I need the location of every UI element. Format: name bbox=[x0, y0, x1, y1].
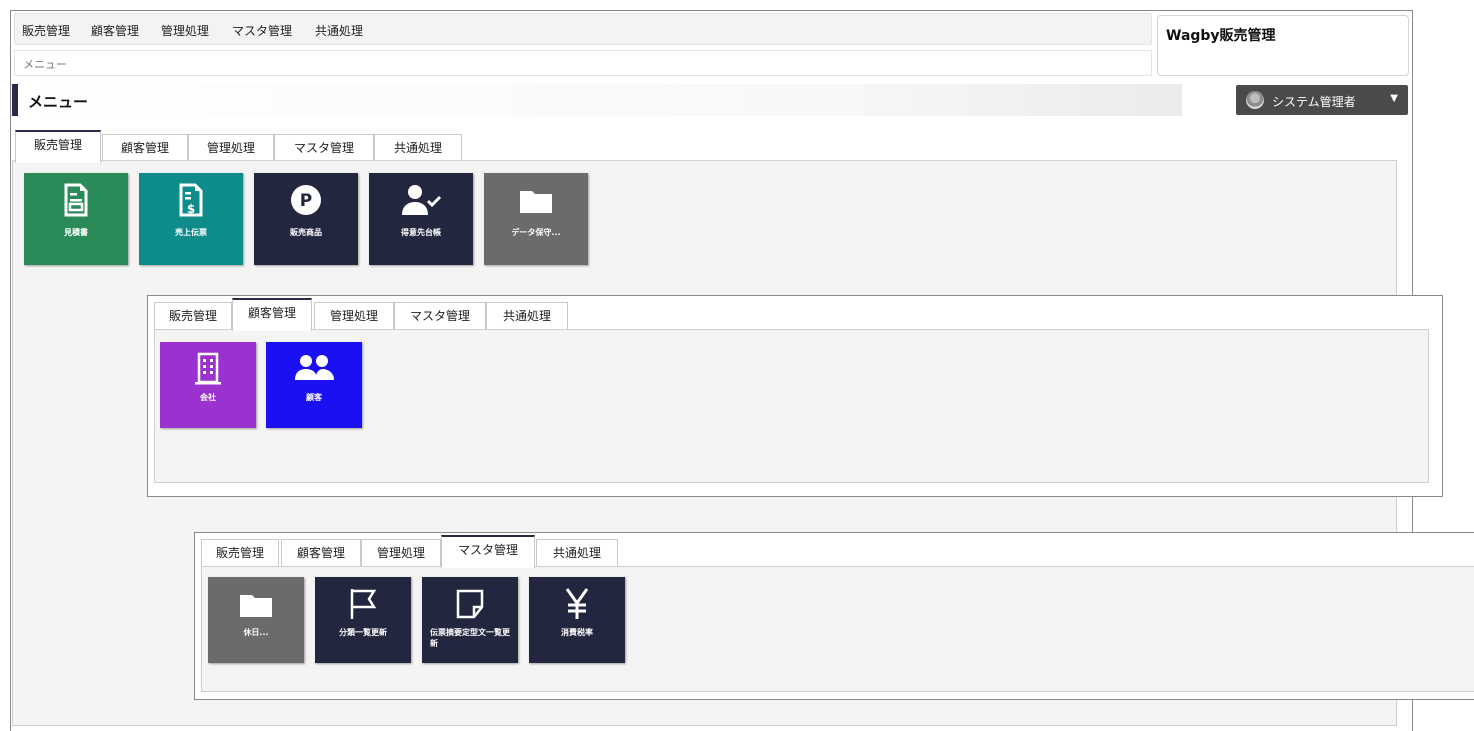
topnav-item-customers[interactable]: 顧客管理 bbox=[91, 22, 139, 39]
topnav-item-master[interactable]: マスタ管理 bbox=[232, 22, 292, 39]
tile-products[interactable]: P 販売商品 bbox=[254, 173, 358, 265]
avatar-icon bbox=[1246, 91, 1264, 109]
svg-text:$: $ bbox=[187, 202, 195, 216]
svg-text:P: P bbox=[300, 191, 312, 211]
tab-customers[interactable]: 顧客管理 bbox=[281, 539, 361, 566]
building-icon bbox=[160, 352, 256, 390]
tile-label: 得意先台帳 bbox=[401, 228, 441, 237]
tile-label: データ保守... bbox=[511, 228, 561, 237]
app-title: Wagby販売管理 bbox=[1166, 28, 1276, 44]
folder-icon bbox=[484, 183, 588, 221]
menu-panel-master: 販売管理 顧客管理 管理処理 マスタ管理 共通処理 休日... 分類一覧更新 伝… bbox=[194, 532, 1474, 700]
user-menu-button[interactable]: システム管理者 ▼ bbox=[1236, 85, 1408, 115]
tab-customers[interactable]: 顧客管理 bbox=[232, 298, 312, 331]
tile-label: 会社 bbox=[200, 393, 216, 402]
caret-down-icon: ▼ bbox=[1390, 93, 1398, 104]
tile-customer[interactable]: 顧客 bbox=[266, 342, 362, 428]
app-title-box: Wagby販売管理 bbox=[1157, 15, 1409, 76]
tab-common[interactable]: 共通処理 bbox=[486, 302, 568, 329]
tab-sales[interactable]: 販売管理 bbox=[15, 130, 101, 163]
tile-customer-ledger[interactable]: 得意先台帳 bbox=[369, 173, 473, 265]
tile-estimate[interactable]: 見積書 bbox=[24, 173, 128, 265]
document-icon bbox=[24, 183, 128, 221]
folder-icon bbox=[208, 587, 304, 625]
tab-common[interactable]: 共通処理 bbox=[374, 134, 462, 161]
tile-company[interactable]: 会社 bbox=[160, 342, 256, 428]
tile-label: 消費税率 bbox=[561, 628, 593, 637]
tab-master[interactable]: マスタ管理 bbox=[394, 302, 486, 329]
tile-label: 休日... bbox=[243, 628, 269, 637]
tile-tax-rate[interactable]: 消費税率 bbox=[529, 577, 625, 663]
tile-sales-slip[interactable]: $ 売上伝票 bbox=[139, 173, 243, 265]
breadcrumb: メニュー bbox=[14, 50, 1152, 76]
menu-panel-customers: 販売管理 顧客管理 管理処理 マスタ管理 共通処理 会社 顧客 bbox=[147, 295, 1443, 497]
page-title-bar: メニュー bbox=[12, 84, 1182, 116]
yen-icon bbox=[529, 587, 625, 625]
tile-label: 顧客 bbox=[306, 393, 322, 402]
tab-sales[interactable]: 販売管理 bbox=[154, 302, 232, 329]
tab-master[interactable]: マスタ管理 bbox=[441, 535, 535, 568]
tile-label: 分類一覧更新 bbox=[339, 628, 387, 637]
tile-slip-summary-update[interactable]: 伝票摘要定型文一覧更新 bbox=[422, 577, 518, 663]
tile-category-update[interactable]: 分類一覧更新 bbox=[315, 577, 411, 663]
page-title: メニュー bbox=[28, 93, 89, 111]
user-name: システム管理者 bbox=[1272, 95, 1356, 109]
breadcrumb-text[interactable]: メニュー bbox=[23, 56, 67, 72]
tab-common[interactable]: 共通処理 bbox=[536, 539, 618, 566]
sticky-note-icon bbox=[422, 587, 518, 625]
tab-sales[interactable]: 販売管理 bbox=[201, 539, 279, 566]
users-icon bbox=[266, 352, 362, 390]
tile-holidays[interactable]: 休日... bbox=[208, 577, 304, 663]
tab-customers[interactable]: 顧客管理 bbox=[102, 134, 188, 161]
tile-label: 伝票摘要定型文一覧更新 bbox=[430, 628, 510, 648]
topnav-item-common[interactable]: 共通処理 bbox=[315, 22, 363, 39]
tile-label: 売上伝票 bbox=[175, 228, 207, 237]
tab-admin[interactable]: 管理処理 bbox=[188, 134, 274, 161]
title-accent-bar bbox=[12, 84, 18, 116]
flag-icon bbox=[315, 587, 411, 625]
topnav-item-admin[interactable]: 管理処理 bbox=[161, 22, 209, 39]
topnav-item-sales[interactable]: 販売管理 bbox=[22, 22, 70, 39]
user-check-icon bbox=[369, 183, 473, 221]
top-navigation: 販売管理 顧客管理 管理処理 マスタ管理 共通処理 bbox=[14, 13, 1152, 45]
invoice-icon: $ bbox=[139, 183, 243, 221]
tab-admin[interactable]: 管理処理 bbox=[361, 539, 441, 566]
tab-content: 休日... 分類一覧更新 伝票摘要定型文一覧更新 消費税率 bbox=[201, 566, 1474, 692]
tile-data-maintenance[interactable]: データ保守... bbox=[484, 173, 588, 265]
tab-master[interactable]: マスタ管理 bbox=[274, 134, 374, 161]
parking-icon: P bbox=[254, 183, 358, 221]
tab-admin[interactable]: 管理処理 bbox=[314, 302, 394, 329]
tab-content: 会社 顧客 bbox=[154, 329, 1429, 483]
tile-label: 販売商品 bbox=[290, 228, 322, 237]
tile-label: 見積書 bbox=[64, 228, 88, 237]
